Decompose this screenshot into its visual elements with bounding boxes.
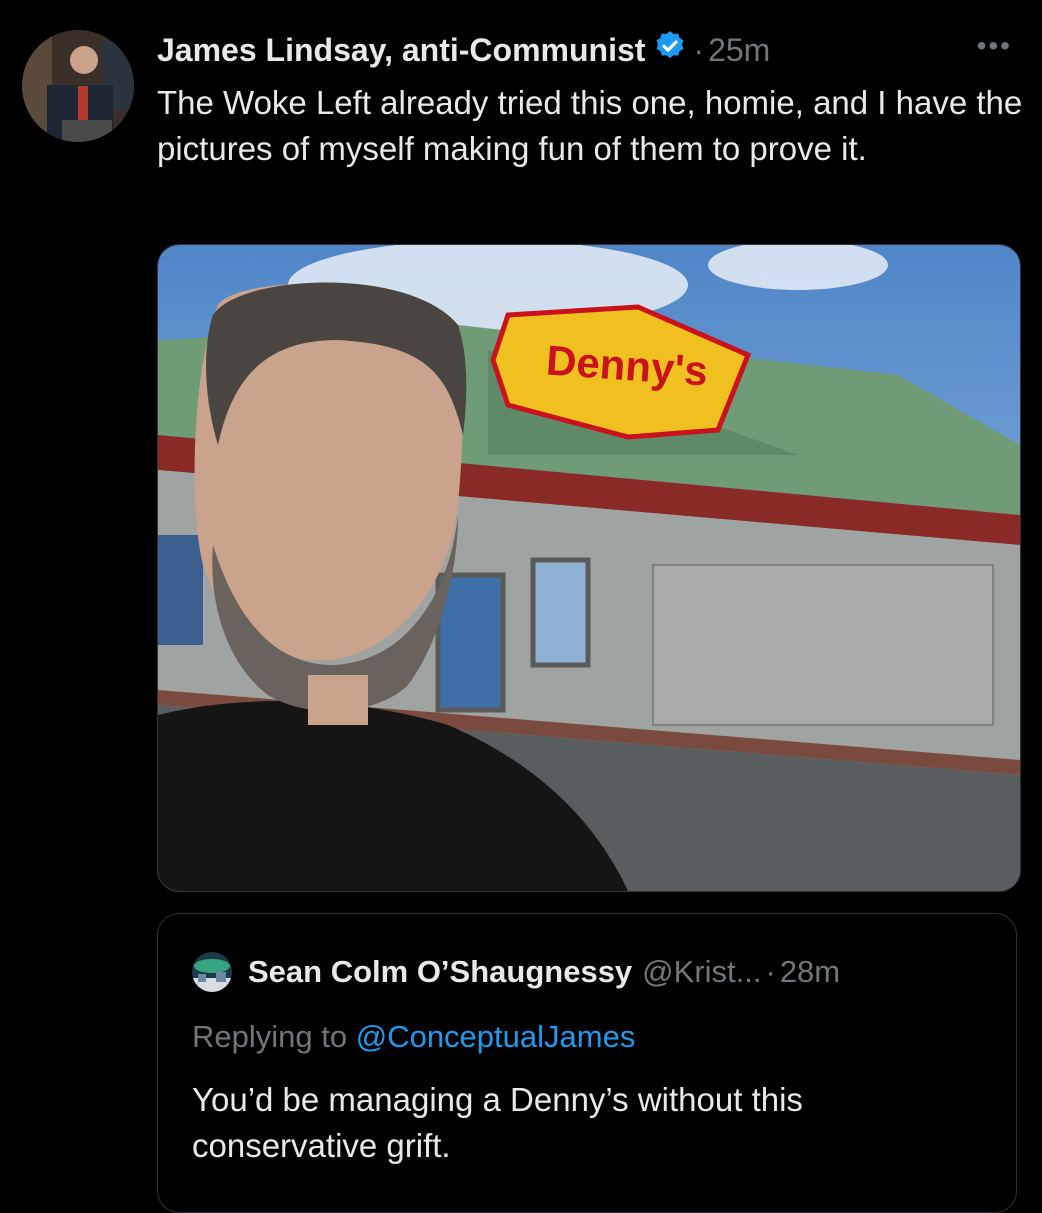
quoted-author-name[interactable]: Sean Colm O’Shaugnessy [248, 954, 632, 990]
more-options-icon[interactable]: ••• [977, 30, 1012, 62]
quoted-tweet-text: You’d be managing a Denny’s without this… [192, 1081, 803, 1164]
tweet-header: James Lindsay, anti-Communist · 25m ••• [157, 26, 1022, 74]
replying-to-label: Replying to [192, 1019, 348, 1054]
quoted-author-handle[interactable]: @Krist... [642, 954, 761, 990]
quoted-author-avatar[interactable] [192, 952, 232, 992]
tweet-timestamp[interactable]: 25m [708, 32, 770, 69]
tweet-text: The Woke Left already tried this one, ho… [157, 84, 1023, 167]
replying-to-mention-link[interactable]: @ConceptualJames [356, 1019, 636, 1054]
verified-badge-icon [645, 29, 687, 71]
quoted-header-separator: · [765, 954, 776, 989]
quoted-tweet-timestamp[interactable]: 28m [780, 954, 840, 990]
quoted-tweet[interactable]: Sean Colm O’Shaugnessy @Krist... · 28m R… [157, 913, 1017, 1213]
author-avatar[interactable] [22, 30, 134, 142]
author-name[interactable]: James Lindsay, anti-Communist [157, 32, 645, 69]
header-separator: · [693, 31, 705, 68]
quoted-tweet-header: Sean Colm O’Shaugnessy @Krist... · 28m [192, 952, 840, 992]
tweet-photo[interactable]: Denny's [157, 244, 1021, 892]
replying-to-line: Replying to @ConceptualJames [192, 1019, 635, 1055]
